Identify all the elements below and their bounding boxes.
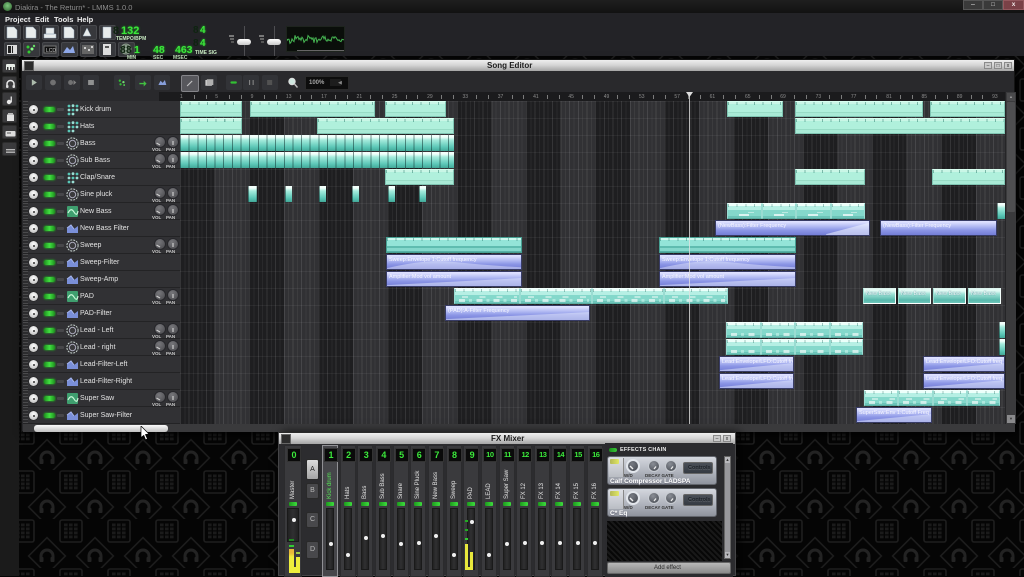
svg-text:LCD: LCD: [46, 48, 56, 54]
